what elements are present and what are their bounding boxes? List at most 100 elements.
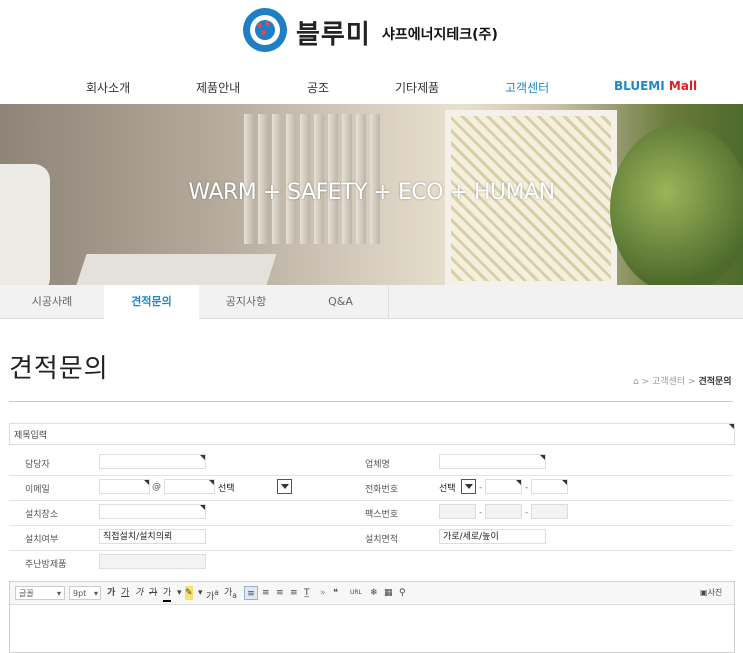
phone-dash: - — [479, 483, 483, 493]
chevron-down-icon[interactable] — [277, 479, 292, 494]
company-input[interactable] — [439, 454, 546, 469]
phone-dash: - — [525, 483, 529, 493]
email-domain-select-value: 선택 — [218, 484, 235, 494]
underline-button[interactable]: 가 — [121, 586, 129, 600]
content-editor[interactable]: 글꼴 ▾ 9pt ▾ 가 가 가 가 가 ▾ ✎ ▾ 가a 가a ≡ ≡ ≡ ≡ T… — [9, 581, 735, 653]
phone-prefix-select-value: 선택 — [439, 484, 456, 494]
phone-prefix-select[interactable]: 선택 — [439, 479, 476, 494]
manager-input[interactable] — [99, 454, 206, 469]
mall-label-accent: Mall — [668, 79, 698, 93]
brand-name[interactable]: 블루미 — [296, 14, 371, 51]
table-icon[interactable]: ▦ — [384, 586, 393, 600]
align-center-icon[interactable]: ≡ — [262, 586, 270, 600]
area-input[interactable]: 가로/세로/높이 — [439, 529, 546, 544]
tab-qna[interactable]: Q&A — [293, 285, 389, 318]
email-label: 이메일 — [25, 485, 50, 495]
required-marker-icon — [562, 480, 567, 485]
size-select-value: 9pt — [73, 589, 87, 598]
phone-middle-input[interactable] — [485, 479, 522, 494]
italic-button[interactable]: 가 — [135, 586, 143, 600]
install-type-label: 설치여부 — [25, 535, 59, 545]
company-label: 업체명 — [365, 460, 390, 470]
photo-label: 사진 — [707, 588, 723, 597]
site-input[interactable] — [99, 504, 206, 519]
fax-last-input[interactable] — [531, 504, 568, 519]
tab-notice[interactable]: 공지사항 — [199, 285, 294, 318]
nav-customer-center[interactable]: 고객센터 — [505, 79, 549, 96]
tab-cases[interactable]: 시공사례 — [0, 285, 105, 318]
required-marker-icon — [144, 480, 149, 485]
breadcrumb-parent[interactable]: 고객센터 — [652, 377, 685, 387]
banner-table-image — [73, 254, 277, 285]
nav-bluemi-mall[interactable]: BLUEMI Mall — [614, 79, 697, 93]
email-domain-select[interactable]: 선택 — [218, 479, 292, 494]
more-options-icon[interactable]: » — [320, 586, 326, 600]
subject-field[interactable]: 제목입력 — [9, 423, 735, 445]
nav-other-products[interactable]: 기타제품 — [395, 79, 439, 96]
site-label: 설치장소 — [25, 510, 59, 520]
editor-toolbar: 글꼴 ▾ 9pt ▾ 가 가 가 가 가 ▾ ✎ ▾ 가a 가a ≡ ≡ ≡ ≡ T… — [10, 582, 734, 605]
link-url-button[interactable]: URL — [350, 586, 362, 600]
form-row: 이메일 @ 선택 전화번호 선택 - - — [9, 475, 733, 501]
nav-company[interactable]: 회사소개 — [86, 79, 130, 96]
required-marker-icon — [200, 455, 205, 460]
fax-dash: - — [479, 508, 483, 518]
chevron-down-icon[interactable]: ▾ — [198, 586, 203, 600]
product-label: 주난방제품 — [25, 560, 67, 570]
area-label: 설치면적 — [365, 535, 399, 545]
fax-middle-input[interactable] — [485, 504, 522, 519]
phone-last-input[interactable] — [531, 479, 568, 494]
size-select[interactable]: 9pt ▾ — [69, 586, 101, 600]
form-row: 설치장소 팩스번호 - - — [9, 500, 733, 526]
email-id-input[interactable] — [99, 479, 150, 494]
mall-label-main: BLUEMI — [614, 79, 665, 93]
align-left-icon[interactable]: ≡ — [244, 586, 258, 600]
install-type-input[interactable]: 직접설치/설치의뢰 — [99, 529, 206, 544]
company-name: 샤프에너지테크(주) — [382, 27, 498, 43]
align-right-icon[interactable]: ≡ — [276, 586, 284, 600]
fax-label: 팩스번호 — [365, 510, 399, 520]
home-icon[interactable]: ⌂ — [633, 377, 639, 387]
phone-label: 전화번호 — [365, 485, 399, 495]
superscript-button[interactable]: 가a — [206, 586, 219, 602]
page-title: 견적문의 — [9, 354, 109, 384]
clear-format-icon[interactable]: T̲ — [304, 586, 310, 600]
tab-estimate[interactable]: 견적문의 — [104, 285, 200, 319]
logo-icon[interactable] — [243, 8, 287, 52]
breadcrumb-current: 견적문의 — [698, 377, 732, 387]
font-select-value: 글꼴 — [19, 589, 34, 598]
nav-products[interactable]: 제품안내 — [196, 79, 240, 96]
strikethrough-button[interactable]: 가 — [149, 586, 157, 600]
required-marker-icon — [540, 455, 545, 460]
highlight-color-icon[interactable]: ✎ — [185, 586, 193, 600]
required-marker-icon — [200, 505, 205, 510]
align-justify-icon[interactable]: ≡ — [290, 586, 298, 600]
email-domain-input[interactable] — [164, 479, 215, 494]
chevron-down-icon: ▾ — [56, 589, 61, 598]
fax-dash: - — [525, 508, 529, 518]
breadcrumb: ⌂ > 고객센터 > 견적문의 — [633, 374, 732, 387]
text-color-button[interactable]: 가 — [163, 586, 172, 602]
photo-icon: ▣ — [700, 588, 708, 597]
chevron-down-icon[interactable]: ▾ — [177, 586, 182, 600]
required-marker-icon — [729, 424, 734, 429]
title-divider — [9, 401, 733, 402]
search-icon[interactable]: ⚲ — [399, 586, 406, 600]
subject-placeholder: 제목입력 — [14, 431, 48, 441]
chevron-down-icon[interactable] — [461, 479, 476, 494]
photo-button[interactable]: ▣사진 — [700, 586, 722, 600]
required-marker-icon — [209, 480, 214, 485]
form-row: 설치여부 직접설치/설치의뢰 설치면적 가로/세로/높이 — [9, 525, 733, 551]
bold-button[interactable]: 가 — [107, 586, 115, 600]
form-row: 담당자 업체명 — [9, 450, 733, 476]
font-select[interactable]: 글꼴 ▾ — [15, 586, 65, 600]
special-char-icon[interactable]: ❄ — [370, 586, 378, 600]
quote-icon[interactable]: ❝ — [333, 586, 338, 600]
product-input[interactable] — [99, 554, 206, 569]
nav-hvac[interactable]: 공조 — [307, 79, 329, 96]
banner-slogan: WARM + SAFETY + ECO + HUMAN — [188, 180, 555, 205]
subscript-button[interactable]: 가a — [224, 586, 237, 600]
fax-first-input[interactable] — [439, 504, 476, 519]
email-at-sign: @ — [152, 482, 161, 492]
required-marker-icon — [516, 480, 521, 485]
